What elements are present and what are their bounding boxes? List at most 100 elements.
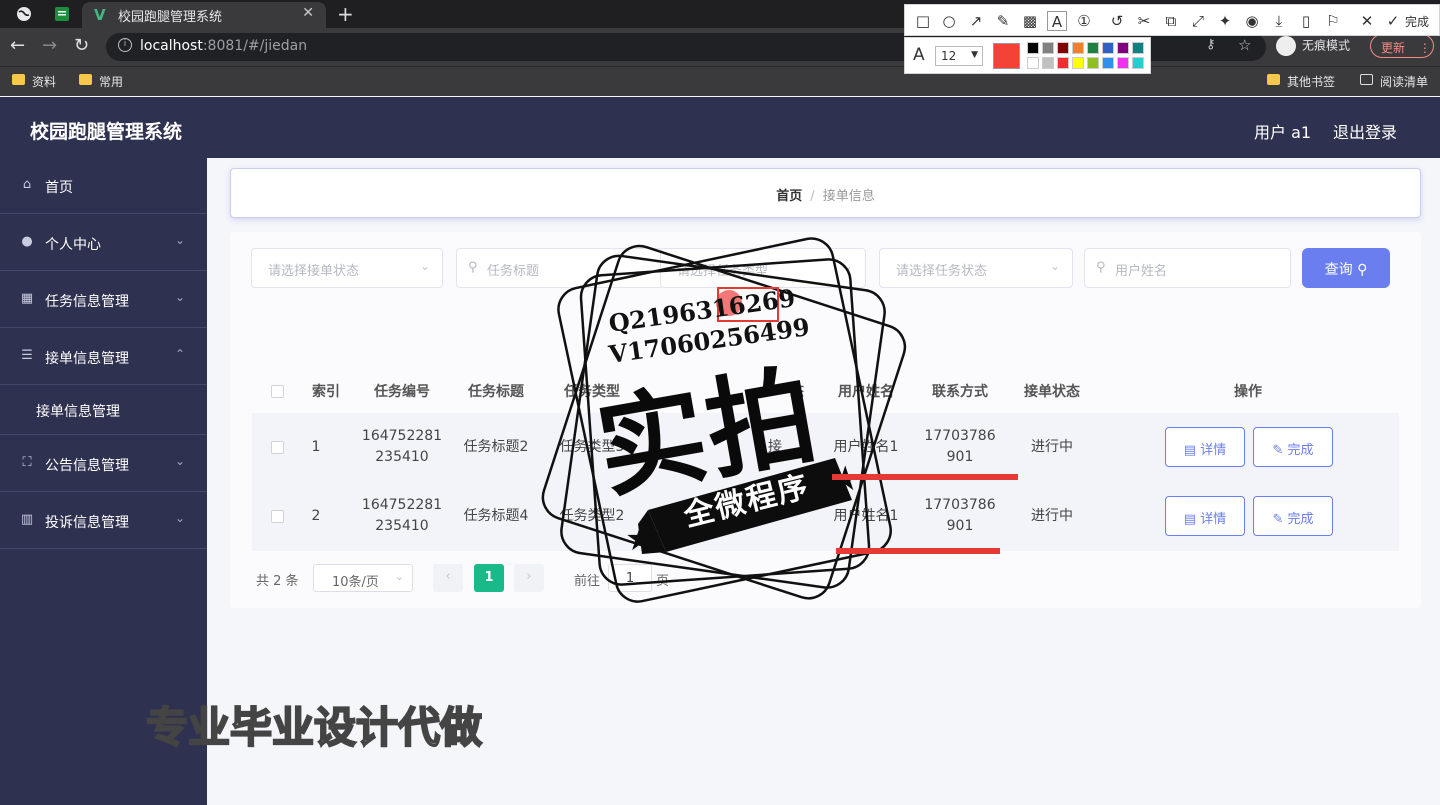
chevron-down-icon: ⌄ [174,454,185,468]
color-swatch[interactable] [1027,42,1039,54]
bookmark-folder[interactable]: 常用 [79,73,123,90]
cut-icon[interactable]: ✂ [1134,11,1154,31]
color-swatch[interactable] [1042,57,1054,69]
color-swatch[interactable] [1117,42,1129,54]
app-header: 校园跑腿管理系统 用户 a1 退出登录 [0,97,1440,158]
ellipse-icon[interactable]: ○ [939,11,959,31]
color-swatch[interactable] [1087,57,1099,69]
user-name-input[interactable]: ⚲ 用户姓名 [1084,248,1291,288]
chart-icon: ▥ [20,512,34,527]
pin-icon[interactable]: ✦ [1215,11,1235,31]
folder-icon [1267,74,1280,85]
back-icon[interactable]: ← [10,36,25,56]
incognito-indicator[interactable]: 无痕模式 [1276,36,1350,56]
sidebar-item-orders[interactable]: ☰ 接单信息管理 ⌃ [0,329,207,385]
color-swatch[interactable] [1132,57,1144,69]
check-icon[interactable]: ✓ [1383,11,1403,31]
translate-icon[interactable]: ⧉ [1161,11,1181,31]
page-number-current[interactable]: 1 [474,564,504,592]
color-swatch[interactable] [1057,42,1069,54]
color-swatch[interactable] [1042,42,1054,54]
snip-done-label[interactable]: 完成 [1405,13,1429,30]
frame-icon: ⛶ [22,455,32,470]
sidebar-item-label: 接单信息管理 [45,351,129,367]
breadcrumb: 首页 / 接单信息 [230,168,1421,218]
text-icon[interactable]: A [1047,11,1067,31]
rectangle-icon[interactable]: □ [913,11,933,31]
sidebar-item-complaints[interactable]: ▥ 投诉信息管理 ⌄ [0,493,207,549]
color-swatch[interactable] [1027,57,1039,69]
arrow-icon[interactable]: ↗ [966,11,986,31]
reload-icon[interactable]: ↻ [74,36,89,56]
caret-down-icon: ▼ [971,50,978,60]
sidebar-item-profile[interactable]: ● 个人中心 ⌄ [0,215,207,271]
sidebar-item-label: 投诉信息管理 [45,515,129,531]
task-no-line: 164752281 [361,497,443,513]
breadcrumb-home[interactable]: 首页 [776,189,802,204]
contact-line: 901 [946,518,974,534]
new-tab-icon[interactable]: + [337,2,354,26]
select-all-checkbox[interactable] [271,385,284,398]
color-swatch[interactable] [1072,57,1084,69]
page-size-select[interactable]: 10条/页 ⌄ [313,564,413,592]
font-size-select[interactable]: 12 ▼ [935,46,983,66]
color-swatch[interactable] [1102,57,1114,69]
submenu-item-orders[interactable]: 接单信息管理 [0,385,207,435]
chevron-down-icon: ⌄ [394,570,404,583]
cell-index: 2 [311,508,321,524]
record-icon[interactable]: ◉ [1242,11,1262,31]
finish-button[interactable]: ✎ 完成 [1253,427,1333,467]
sidebar-item-home[interactable]: ⌂ 首页 [0,158,207,214]
color-swatch[interactable] [1057,57,1069,69]
update-button[interactable]: 更新 ⋮ [1370,34,1434,58]
sidebar-item-notices[interactable]: ⛶ 公告信息管理 ⌄ [0,436,207,492]
download-icon[interactable]: ⤓ [1269,11,1289,31]
site-info-icon[interactable]: i [118,38,132,52]
chevron-down-icon: ⌄ [1049,259,1060,273]
chevron-down-icon: ⌄ [174,233,185,247]
header-task-title: 任务标题 [468,384,524,400]
mosaic-icon[interactable]: ▩ [1020,11,1040,31]
phone-icon[interactable]: ▯ [1296,11,1316,31]
color-swatch[interactable] [1072,42,1084,54]
reading-list-icon [1360,74,1373,85]
query-button[interactable]: 查询 ⚲ [1302,248,1390,288]
logout-link[interactable]: 退出登录 [1333,119,1397,143]
star-icon[interactable]: ☆ [1238,36,1251,54]
order-status-placeholder: 请选择接单状态 [268,264,360,279]
close-tab-icon[interactable]: ✕ [302,5,314,21]
color-swatch[interactable] [1102,42,1114,54]
undo-icon[interactable]: ↺ [1107,11,1127,31]
current-color-swatch[interactable] [993,43,1020,69]
globe-icon[interactable] [16,6,32,22]
prev-page-button[interactable]: ‹ [433,564,463,592]
color-swatch[interactable] [1132,42,1144,54]
row-checkbox[interactable] [271,441,284,454]
cell-order-status: 进行中 [1031,439,1073,455]
detail-button[interactable]: ▤ 详情 [1165,496,1245,536]
forward-icon[interactable]: → [42,36,57,56]
color-swatch[interactable] [1087,42,1099,54]
detail-button[interactable]: ▤ 详情 [1165,427,1245,467]
sidebar-item-tasks[interactable]: ▦ 任务信息管理 ⌄ [0,272,207,328]
bookmark-folder[interactable]: 其他书签 [1267,73,1335,90]
key-icon[interactable]: ⚷ [1206,37,1216,52]
bookmark-icon[interactable]: ⚐ [1323,11,1343,31]
finish-button[interactable]: ✎ 完成 [1253,496,1333,536]
row-checkbox[interactable] [271,510,284,523]
user-name-placeholder: 用户姓名 [1115,264,1168,279]
task-no-line: 235410 [375,518,429,534]
query-label: 查询 [1324,262,1353,278]
bookmark-folder[interactable]: 资料 [12,73,56,90]
sheet-tab-icon[interactable] [54,6,70,22]
finish-label: 完成 [1287,512,1314,527]
active-tab[interactable]: V 校园跑腿管理系统 ✕ [82,2,326,28]
number-icon[interactable]: ① [1074,11,1094,31]
color-swatch[interactable] [1117,57,1129,69]
order-status-select[interactable]: 请选择接单状态 ⌄ [251,248,443,288]
url-host: localhost [140,38,203,54]
reading-list[interactable]: 阅读清单 [1360,73,1428,90]
expand-icon[interactable]: ⤢ [1188,11,1208,31]
close-icon[interactable]: ✕ [1357,11,1377,31]
pen-icon[interactable]: ✎ [993,11,1013,31]
